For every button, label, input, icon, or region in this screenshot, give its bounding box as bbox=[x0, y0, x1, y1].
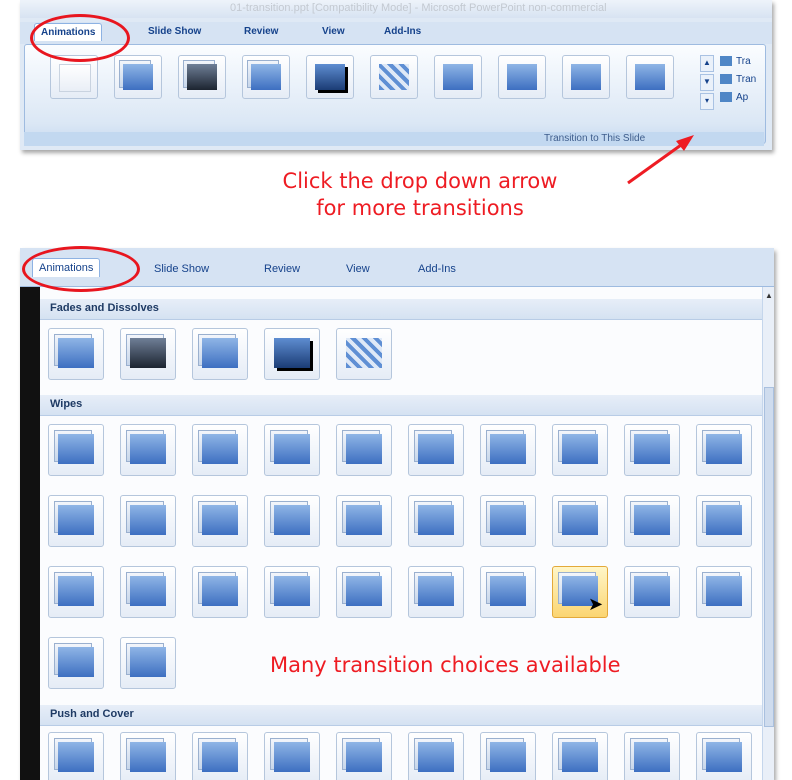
fade-transition-item[interactable] bbox=[192, 328, 248, 384]
wipe-transition-item[interactable] bbox=[48, 424, 104, 480]
wipe-transition-item[interactable]: ➤ bbox=[552, 566, 608, 622]
fade-transition-item[interactable] bbox=[48, 328, 104, 384]
push-transition-item[interactable] bbox=[336, 732, 392, 780]
push-transition-item[interactable] bbox=[624, 732, 680, 780]
wipe-transition-item[interactable] bbox=[336, 566, 392, 622]
push-transition-item[interactable] bbox=[552, 732, 608, 780]
mouse-cursor-icon: ➤ bbox=[588, 594, 604, 614]
highlight-circle-bottom bbox=[22, 246, 140, 292]
wipe-transition-item[interactable] bbox=[336, 424, 392, 480]
section-push-and-cover: Push and Cover bbox=[40, 705, 762, 726]
wipe-transition-item[interactable] bbox=[696, 566, 752, 622]
section-fades-and-dissolves: Fades and Dissolves bbox=[40, 299, 762, 320]
wipe-transition-item[interactable] bbox=[408, 495, 464, 551]
push-transition-item[interactable] bbox=[120, 732, 176, 780]
wipe-transition-item[interactable] bbox=[48, 566, 104, 622]
push-transition-item[interactable] bbox=[264, 732, 320, 780]
push-transition-item[interactable] bbox=[696, 732, 752, 780]
section-wipes: Wipes bbox=[40, 395, 762, 416]
gallery-scrollbar[interactable]: ▲ bbox=[762, 287, 774, 780]
wipe-transition-item[interactable] bbox=[264, 424, 320, 480]
wipe-transition-item[interactable] bbox=[624, 495, 680, 551]
fade-transition-item[interactable] bbox=[264, 328, 320, 384]
wipe-transition-item[interactable] bbox=[480, 566, 536, 622]
many-choices-note: Many transition choices available bbox=[270, 653, 621, 677]
push-transition-item[interactable] bbox=[408, 732, 464, 780]
fade-transition-item[interactable] bbox=[336, 328, 392, 384]
wipe-transition-item[interactable] bbox=[120, 495, 176, 551]
dropdown-note-line1: Click the drop down arrow bbox=[282, 169, 558, 193]
push-transition-item[interactable] bbox=[480, 732, 536, 780]
gallery-screenshot: Animations Slide Show Review View Add-In… bbox=[20, 248, 774, 780]
wipe-transition-item[interactable] bbox=[408, 566, 464, 622]
wipe-transition-item[interactable] bbox=[120, 637, 176, 693]
wipe-transition-item[interactable] bbox=[192, 495, 248, 551]
dropdown-note: Click the drop down arrow for more trans… bbox=[240, 168, 600, 222]
wipe-transition-item[interactable] bbox=[192, 424, 248, 480]
wipe-transition-item[interactable] bbox=[264, 495, 320, 551]
scrollbar-thumb[interactable] bbox=[764, 387, 774, 727]
tab-add-ins-expanded[interactable]: Add-Ins bbox=[418, 263, 456, 275]
wipe-transition-item[interactable] bbox=[624, 566, 680, 622]
slide-pane-edge bbox=[20, 287, 40, 780]
wipe-transition-item[interactable] bbox=[624, 424, 680, 480]
wipe-transition-item[interactable] bbox=[192, 566, 248, 622]
wipe-transition-item[interactable] bbox=[336, 495, 392, 551]
tab-slide-show-expanded[interactable]: Slide Show bbox=[154, 263, 209, 275]
wipe-transition-item[interactable] bbox=[696, 495, 752, 551]
wipe-transition-item[interactable] bbox=[120, 566, 176, 622]
wipe-transition-item[interactable] bbox=[480, 495, 536, 551]
push-transition-item[interactable] bbox=[48, 732, 104, 780]
wipe-transition-item[interactable] bbox=[408, 424, 464, 480]
wipe-transition-item[interactable] bbox=[552, 495, 608, 551]
wipe-transition-item[interactable] bbox=[696, 424, 752, 480]
push-transition-item[interactable] bbox=[192, 732, 248, 780]
scroll-up-arrow-icon[interactable]: ▲ bbox=[765, 291, 773, 300]
wipe-transition-item[interactable] bbox=[48, 637, 104, 693]
fade-transition-item[interactable] bbox=[120, 328, 176, 384]
tab-review-expanded[interactable]: Review bbox=[264, 263, 300, 275]
wipe-transition-item[interactable] bbox=[120, 424, 176, 480]
wipe-transition-item[interactable] bbox=[48, 495, 104, 551]
wipe-transition-item[interactable] bbox=[552, 424, 608, 480]
dropdown-note-line2: for more transitions bbox=[316, 196, 524, 220]
wipe-transition-item[interactable] bbox=[480, 424, 536, 480]
tab-view-expanded[interactable]: View bbox=[346, 263, 370, 275]
wipe-transition-item[interactable] bbox=[264, 566, 320, 622]
